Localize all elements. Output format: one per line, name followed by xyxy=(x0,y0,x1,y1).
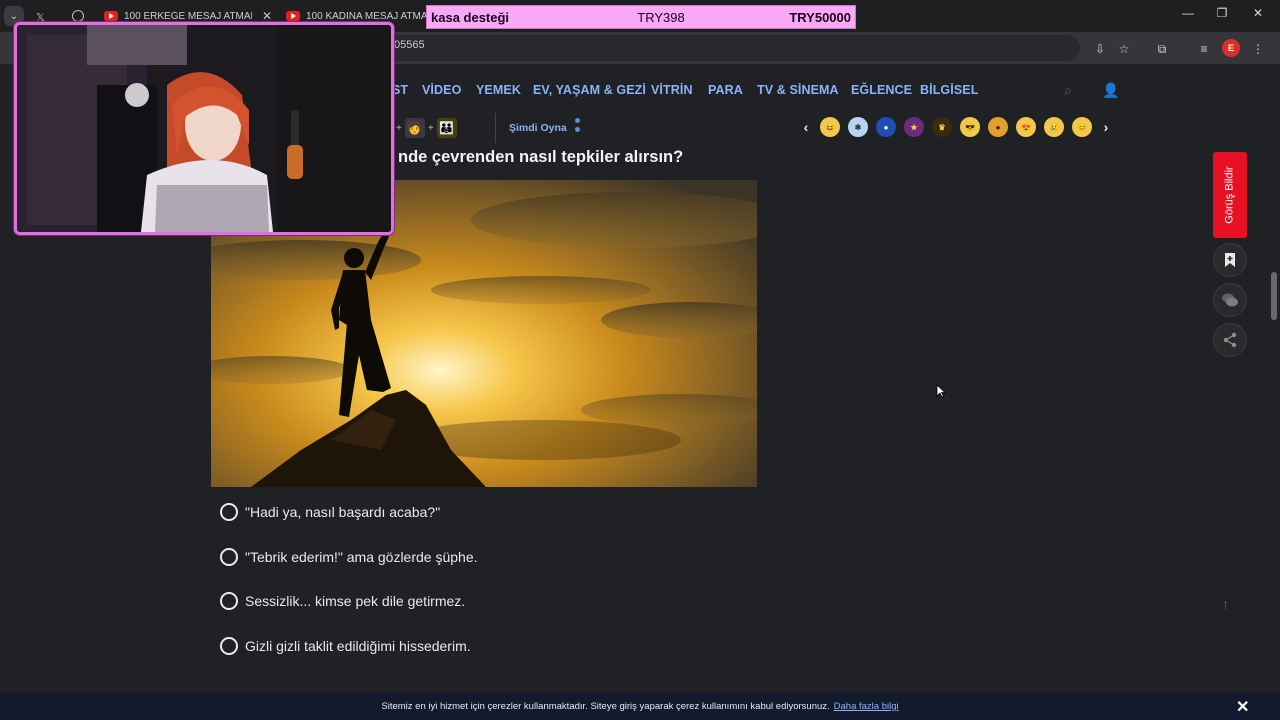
comments-button[interactable] xyxy=(1213,283,1247,317)
close-icon[interactable]: ✕ xyxy=(1236,697,1249,717)
feedback-button[interactable]: Görüş Bildir xyxy=(1213,152,1247,238)
share-button[interactable] xyxy=(1213,323,1247,357)
answer-option-3[interactable]: Sessizlik... kimse pek dile getirmez. xyxy=(220,588,478,614)
comments-icon xyxy=(1222,293,1238,307)
nav-item-eglence[interactable]: EĞLENCE xyxy=(851,83,912,97)
url-text: 05565 xyxy=(394,39,425,51)
nav-item-bilgisel[interactable]: BİLGİSEL xyxy=(920,83,978,97)
nav-item-vitrin[interactable]: VİTRİN xyxy=(651,83,693,97)
emoji-smile-icon[interactable]: 😊 xyxy=(1072,117,1092,137)
donation-goal: TRY50000 xyxy=(789,9,851,25)
emoji-cool-icon[interactable]: 😎 xyxy=(960,117,980,137)
donation-amount: TRY398 xyxy=(637,9,685,25)
tab-title: 100 ERKEĞE MESAJ ATMAK! (d xyxy=(124,10,252,22)
plus-icon: + xyxy=(396,122,402,134)
games-strip: + 🧑 + 👪 xyxy=(396,114,457,142)
emoji-sad-icon[interactable]: 😢 xyxy=(1044,117,1064,137)
quiz-question-title: nde çevrenden nasıl tepkiler alırsın? xyxy=(398,148,684,166)
chevron-down-icon: ⌄ xyxy=(9,10,19,22)
menu-kebab-icon[interactable]: ⋮ xyxy=(1250,41,1266,57)
answer-options: "Hadi ya, nasıl başardı acaba?" "Tebrik … xyxy=(220,499,478,677)
reaction-emoji-row: ‹ 😆 ❄ ● ★ ♛ 😎 ● 😍 😢 😊 › xyxy=(800,116,1112,138)
game-thumbnail[interactable]: 👪 xyxy=(436,118,457,138)
cookie-consent-bar: Sitemiz en iyi hizmet için çerezler kull… xyxy=(0,692,1280,720)
answer-label: "Hadi ya, nasıl başardı acaba?" xyxy=(245,504,441,520)
nav-item-yemek[interactable]: YEMEK xyxy=(476,83,521,97)
cookie-text: Sitemiz en iyi hizmet için çerezler kull… xyxy=(381,700,830,712)
close-window-button[interactable]: ✕ xyxy=(1248,6,1268,20)
nav-item-ev-yasam[interactable]: EV, YAŞAM & GEZİ xyxy=(533,83,646,97)
streamer-camera-feed xyxy=(17,25,391,232)
tab-title: 100 KADINA MESAJ ATMAK! (d xyxy=(306,10,426,22)
cookie-more-info-link[interactable]: Daha fazla bilgi xyxy=(834,701,899,712)
radio-button[interactable] xyxy=(220,636,238,655)
answer-label: "Tebrik ederim!" ama gözlerde şüphe. xyxy=(245,548,478,565)
divider xyxy=(495,113,496,143)
donation-alert-bar: kasa desteği TRY398 TRY50000 xyxy=(426,5,856,29)
answer-option-2[interactable]: "Tebrik ederim!" ama gözlerde şüphe. xyxy=(220,544,478,570)
webcam-overlay xyxy=(14,22,394,235)
play-now-link[interactable]: Şimdi Oyna xyxy=(509,122,567,134)
donation-name: kasa desteği xyxy=(431,9,510,25)
mouse-cursor-icon xyxy=(936,384,946,398)
page-scrollbar[interactable] xyxy=(1268,64,1280,692)
search-icon[interactable]: ⌕ xyxy=(1064,82,1072,99)
restore-button[interactable]: ❐ xyxy=(1212,6,1232,20)
youtube-icon xyxy=(104,11,118,21)
share-icon xyxy=(1223,332,1237,348)
radio-button[interactable] xyxy=(220,547,238,566)
nav-item-st[interactable]: ST xyxy=(392,83,408,97)
radio-button[interactable] xyxy=(220,503,238,521)
bookmark-plus-icon xyxy=(1225,253,1235,267)
answer-label: Sessizlik... kimse pek dile getirmez. xyxy=(245,593,466,609)
game-thumbnail[interactable]: 🧑 xyxy=(404,118,425,138)
answer-option-1[interactable]: "Hadi ya, nasıl başardı acaba?" xyxy=(220,499,478,525)
radio-button[interactable] xyxy=(220,592,238,610)
user-icon[interactable]: 👤 xyxy=(1102,82,1119,99)
nav-item-video[interactable]: VİDEO xyxy=(422,83,461,97)
profile-avatar[interactable]: E xyxy=(1222,39,1240,57)
x-logo-icon: 𝕏 xyxy=(36,12,45,24)
emoji-circle-icon[interactable]: ● xyxy=(988,117,1008,137)
emoji-laugh-icon[interactable]: 😆 xyxy=(820,117,840,137)
nav-item-para[interactable]: PARA xyxy=(708,83,743,97)
youtube-icon xyxy=(286,11,300,21)
close-tab-icon[interactable]: ✕ xyxy=(262,9,272,23)
chevron-left-icon[interactable]: ‹ xyxy=(800,119,812,135)
media-control-icon[interactable]: ≡ xyxy=(1196,41,1212,57)
more-dots-icon[interactable] xyxy=(575,118,581,138)
bookmark-add-button[interactable] xyxy=(1213,243,1247,277)
arrow-up-icon[interactable]: ↑ xyxy=(1222,596,1229,612)
emoji-heart-eyes-icon[interactable]: 😍 xyxy=(1016,117,1036,137)
feedback-label: Görüş Bildir xyxy=(1224,166,1236,224)
emoji-snowflake-icon[interactable]: ❄ xyxy=(848,117,868,137)
emoji-crown-icon[interactable]: ♛ xyxy=(932,117,952,137)
nav-item-tv-sinema[interactable]: TV & SİNEMA xyxy=(757,83,839,97)
plus-icon: + xyxy=(427,122,434,134)
chevron-right-icon[interactable]: › xyxy=(1100,119,1112,135)
answer-label: Gizli gizli taklit edildiğimi hissederim… xyxy=(245,637,471,654)
install-app-icon[interactable]: ⇩ xyxy=(1092,41,1108,57)
globe-icon xyxy=(72,10,84,22)
extensions-icon[interactable]: ⧉ xyxy=(1154,41,1170,57)
minimize-button[interactable]: — xyxy=(1178,6,1198,20)
bookmark-star-icon[interactable]: ☆ xyxy=(1116,41,1132,57)
scrollbar-thumb[interactable] xyxy=(1271,272,1277,320)
emoji-wow-icon[interactable]: ★ xyxy=(904,117,924,137)
emoji-badge-icon[interactable]: ● xyxy=(876,117,896,137)
answer-option-4[interactable]: Gizli gizli taklit edildiğimi hissederim… xyxy=(220,633,478,659)
